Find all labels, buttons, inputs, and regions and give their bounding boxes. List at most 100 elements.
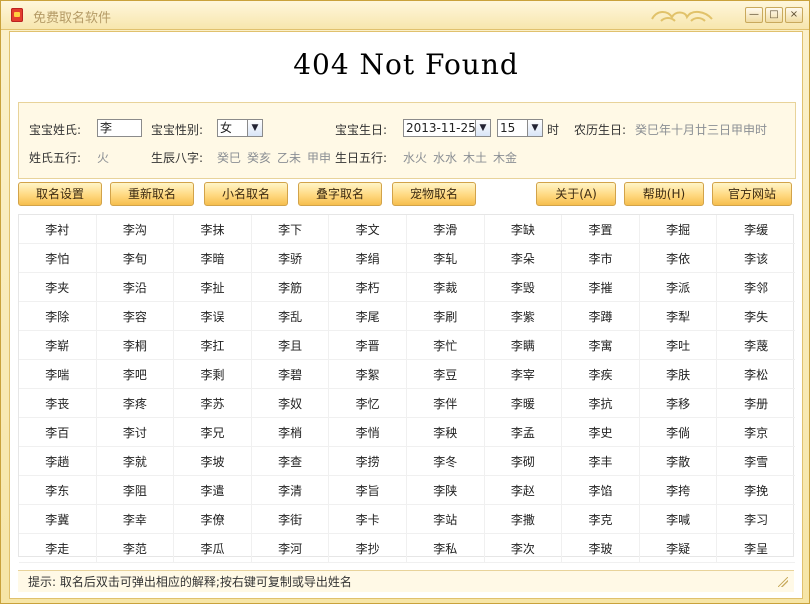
name-cell[interactable]: 李挎	[639, 476, 718, 505]
name-cell[interactable]: 李卡	[329, 505, 407, 534]
name-cell[interactable]: 李朵	[484, 244, 563, 273]
name-cell[interactable]: 李置	[562, 215, 640, 244]
name-cell[interactable]: 李讨	[96, 418, 175, 447]
rename-button[interactable]: 重新取名	[110, 182, 194, 206]
name-cell[interactable]: 李失	[717, 302, 795, 331]
surname-input[interactable]: 李	[97, 119, 142, 137]
name-cell[interactable]: 李丰	[562, 447, 640, 476]
name-cell[interactable]: 李肤	[639, 360, 718, 389]
name-cell[interactable]: 李查	[251, 447, 330, 476]
name-cell[interactable]: 李紫	[484, 302, 563, 331]
name-cell[interactable]: 李喊	[639, 505, 718, 534]
name-cell[interactable]: 李松	[717, 360, 795, 389]
title-bar[interactable]: 免费取名软件 — □ ×	[1, 1, 809, 30]
name-cell[interactable]: 李寓	[562, 331, 640, 360]
name-cell[interactable]: 李雪	[717, 447, 795, 476]
name-cell[interactable]: 李冀	[19, 505, 97, 534]
close-button[interactable]: ×	[785, 7, 803, 23]
name-cell[interactable]: 李宰	[484, 360, 563, 389]
name-cell[interactable]: 李奴	[251, 389, 330, 418]
name-cell[interactable]: 李除	[19, 302, 97, 331]
name-cell[interactable]: 李文	[329, 215, 407, 244]
name-cell[interactable]: 李丧	[19, 389, 97, 418]
name-cell[interactable]: 李抄	[329, 534, 407, 563]
name-cell[interactable]: 李砌	[484, 447, 563, 476]
name-cell[interactable]: 李挽	[717, 476, 795, 505]
name-cell[interactable]: 李扯	[174, 273, 252, 302]
name-cell[interactable]: 李轧	[406, 244, 485, 273]
name-cell[interactable]: 李骄	[251, 244, 330, 273]
name-cell[interactable]: 李絮	[329, 360, 407, 389]
name-cell[interactable]: 李瞒	[484, 331, 563, 360]
name-cell[interactable]: 李市	[562, 244, 640, 273]
pet-name-button[interactable]: 宠物取名	[392, 182, 476, 206]
name-cell[interactable]: 李玻	[562, 534, 640, 563]
name-cell[interactable]: 李容	[96, 302, 175, 331]
name-cell[interactable]: 李移	[639, 389, 718, 418]
name-cell[interactable]: 李百	[19, 418, 97, 447]
name-cell[interactable]: 李冬	[406, 447, 485, 476]
name-cell[interactable]: 李清	[251, 476, 330, 505]
name-cell[interactable]: 李捞	[329, 447, 407, 476]
name-cell[interactable]: 李孟	[484, 418, 563, 447]
name-cell[interactable]: 李刷	[406, 302, 485, 331]
name-cell[interactable]: 李散	[639, 447, 718, 476]
name-cell[interactable]: 李瓜	[174, 534, 252, 563]
name-cell[interactable]: 李私	[406, 534, 485, 563]
name-cell[interactable]: 李京	[717, 418, 795, 447]
name-cell[interactable]: 李遣	[174, 476, 252, 505]
name-cell[interactable]: 李僚	[174, 505, 252, 534]
name-cell[interactable]: 李邻	[717, 273, 795, 302]
resize-grip-icon[interactable]	[778, 577, 788, 587]
name-cell[interactable]: 李摧	[562, 273, 640, 302]
official-site-button[interactable]: 官方网站	[712, 182, 792, 206]
name-cell[interactable]: 李克	[562, 505, 640, 534]
name-cell[interactable]: 李撒	[484, 505, 563, 534]
name-cell[interactable]: 李剩	[174, 360, 252, 389]
name-cell[interactable]: 李缺	[484, 215, 563, 244]
name-cell[interactable]: 李派	[639, 273, 718, 302]
name-cell[interactable]: 李疾	[562, 360, 640, 389]
name-cell[interactable]: 李吐	[639, 331, 718, 360]
name-cell[interactable]: 李扛	[174, 331, 252, 360]
name-cell[interactable]: 李豆	[406, 360, 485, 389]
name-cell[interactable]: 李街	[251, 505, 330, 534]
name-cell[interactable]: 李崭	[19, 331, 97, 360]
name-cell[interactable]: 李暗	[174, 244, 252, 273]
name-cell[interactable]: 李幸	[96, 505, 175, 534]
name-cell[interactable]: 李旨	[329, 476, 407, 505]
maximize-button[interactable]: □	[765, 7, 783, 23]
name-cell[interactable]: 李裁	[406, 273, 485, 302]
name-cell[interactable]: 李伴	[406, 389, 485, 418]
help-button[interactable]: 帮助(H)	[624, 182, 704, 206]
name-cell[interactable]: 李且	[251, 331, 330, 360]
about-button[interactable]: 关于(A)	[536, 182, 616, 206]
naming-settings-button[interactable]: 取名设置	[18, 182, 102, 206]
name-cell[interactable]: 李暖	[484, 389, 563, 418]
name-cell[interactable]: 李陕	[406, 476, 485, 505]
birth-date-picker[interactable]: 2013-11-25 ▼	[403, 119, 491, 137]
name-cell[interactable]: 李误	[174, 302, 252, 331]
name-cell[interactable]: 李绢	[329, 244, 407, 273]
name-cell[interactable]: 李忙	[406, 331, 485, 360]
name-cell[interactable]: 李苏	[174, 389, 252, 418]
name-cell[interactable]: 李坡	[174, 447, 252, 476]
name-cell[interactable]: 李疑	[639, 534, 718, 563]
name-cell[interactable]: 李忆	[329, 389, 407, 418]
name-cell[interactable]: 李吧	[96, 360, 175, 389]
name-cell[interactable]: 李秧	[406, 418, 485, 447]
name-cell[interactable]: 李习	[717, 505, 795, 534]
name-cell[interactable]: 李乱	[251, 302, 330, 331]
name-cell[interactable]: 李阻	[96, 476, 175, 505]
name-cell[interactable]: 李河	[251, 534, 330, 563]
name-cell[interactable]: 李犁	[639, 302, 718, 331]
name-cell[interactable]: 李碧	[251, 360, 330, 389]
name-cell[interactable]: 李次	[484, 534, 563, 563]
name-cell[interactable]: 李朽	[329, 273, 407, 302]
minimize-button[interactable]: —	[745, 7, 763, 23]
nickname-button[interactable]: 小名取名	[204, 182, 288, 206]
name-cell[interactable]: 李掘	[639, 215, 718, 244]
name-cell[interactable]: 李夹	[19, 273, 97, 302]
name-cell[interactable]: 李趟	[19, 447, 97, 476]
name-cell[interactable]: 李桐	[96, 331, 175, 360]
